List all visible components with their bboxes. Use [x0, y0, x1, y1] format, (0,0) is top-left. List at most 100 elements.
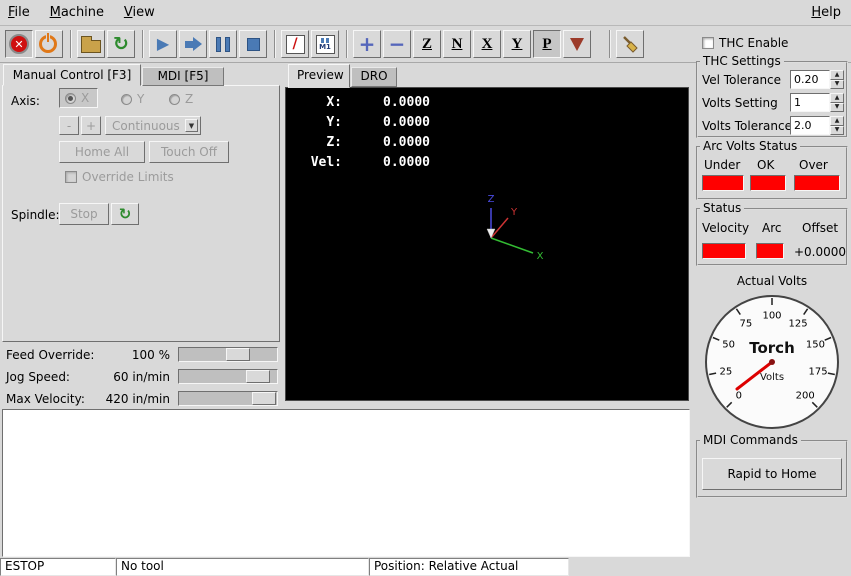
tab-mdi[interactable]: MDI [F5]	[142, 67, 224, 86]
estop-button[interactable]: ✕	[5, 30, 33, 58]
view-z-button[interactable]: Z	[413, 30, 441, 58]
rotate-view-button[interactable]	[563, 30, 591, 58]
zoom-in-button[interactable]: +	[353, 30, 381, 58]
step-line-button[interactable]	[179, 30, 207, 58]
thc-enable-checkbox[interactable]: THC Enable	[702, 36, 788, 50]
statusbar-position: Position: Relative Actual	[369, 558, 569, 576]
zoom-in-icon: +	[359, 34, 376, 54]
max-velocity-handle[interactable]	[252, 392, 276, 405]
mdi-commands-title: MDI Commands	[700, 433, 801, 447]
clear-plot-broom-icon	[620, 34, 640, 54]
pause-program-button[interactable]	[209, 30, 237, 58]
machine-power-button[interactable]	[35, 30, 63, 58]
vel-tolerance-up-button[interactable]: ▲	[830, 70, 844, 80]
arc-volts-status-title: Arc Volts Status	[700, 139, 800, 153]
menu-file[interactable]: File	[0, 0, 38, 24]
jog-minus-button[interactable]: -	[59, 116, 79, 135]
vel-tolerance-down-button[interactable]: ▼	[830, 80, 844, 90]
gcode-text-area[interactable]	[2, 409, 690, 557]
toolbar-separator	[346, 30, 348, 58]
menubar: File Machine View Help	[0, 0, 851, 26]
tab-dro[interactable]: DRO	[351, 67, 397, 87]
view-perspective-button[interactable]: P	[533, 30, 561, 58]
menu-view[interactable]: View	[116, 0, 163, 24]
z-axis-label: Z	[488, 194, 495, 205]
preview-canvas[interactable]: X: 0.0000 Y: 0.0000 Z: 0.0000 Vel: 0.000…	[285, 87, 689, 401]
skip-lines-button[interactable]: /	[281, 30, 309, 58]
view-z-rotated-button[interactable]: N	[443, 30, 471, 58]
view-x-button[interactable]: X	[473, 30, 501, 58]
dropdown-arrow-icon: ▼	[185, 119, 198, 132]
gauge-tick-75: 75	[740, 318, 753, 329]
menu-machine[interactable]: Machine	[42, 0, 112, 24]
vel-tolerance-spinbox[interactable]: 0.20 ▲ ▼	[790, 70, 844, 89]
axis-radio-z[interactable]: Z	[169, 92, 193, 106]
jog-mode-dropdown[interactable]: Continuous ▼	[105, 116, 201, 135]
volts-setting-up-button[interactable]: ▲	[830, 93, 844, 103]
optional-pause-button[interactable]: M1	[311, 30, 339, 58]
volts-setting-value[interactable]: 1	[790, 93, 830, 112]
spindle-aux-button[interactable]: ↻	[111, 203, 139, 225]
statusbar-tool: No tool	[116, 558, 369, 576]
volts-setting-down-button[interactable]: ▼	[830, 103, 844, 113]
dro-row-y: Y: 0.0000	[300, 113, 430, 133]
dro-row-vel: Vel: 0.0000	[300, 153, 430, 173]
volts-tolerance-spinbox[interactable]: 2.0 ▲ ▼	[790, 116, 844, 135]
tab-preview[interactable]: Preview	[288, 64, 350, 88]
step-arrow-icon	[185, 37, 202, 51]
toolbar-separator	[70, 30, 72, 58]
jog-plus-button[interactable]: +	[81, 116, 101, 135]
gauge-unit-label: Volts	[760, 372, 784, 383]
status-velocity-label: Velocity	[702, 221, 749, 235]
jog-speed-handle[interactable]	[246, 370, 270, 383]
max-velocity-value: 420 in/min	[88, 392, 170, 406]
stop-program-button[interactable]	[239, 30, 267, 58]
power-icon	[38, 33, 60, 55]
rotate-cone-icon	[570, 38, 584, 51]
home-all-button[interactable]: Home All	[59, 141, 145, 163]
clear-plot-button[interactable]	[616, 30, 644, 58]
override-limits-label: Override Limits	[82, 170, 174, 184]
radio-indicator-icon	[121, 94, 132, 105]
max-velocity-label: Max Velocity:	[6, 392, 85, 406]
zoom-out-button[interactable]: −	[383, 30, 411, 58]
tab-manual-control[interactable]: Manual Control [F3]	[3, 64, 141, 86]
volts-tolerance-value[interactable]: 2.0	[790, 116, 830, 135]
feed-override-slider[interactable]	[178, 347, 278, 362]
arc-indicator	[756, 243, 784, 259]
touch-off-button[interactable]: Touch Off	[149, 141, 229, 163]
dro-row-z: Z: 0.0000	[300, 133, 430, 153]
thc-settings-title: THC Settings	[700, 54, 784, 68]
volts-tolerance-down-button[interactable]: ▼	[830, 126, 844, 136]
open-file-button[interactable]	[77, 30, 105, 58]
reload-file-button[interactable]: ↻	[107, 30, 135, 58]
axis-radio-x[interactable]: X	[59, 88, 98, 108]
menu-help[interactable]: Help	[803, 0, 849, 24]
arc-ok-indicator	[750, 175, 786, 191]
feed-override-handle[interactable]	[226, 348, 250, 361]
volts-setting-spinbox[interactable]: 1 ▲ ▼	[790, 93, 844, 112]
max-velocity-slider[interactable]	[178, 391, 278, 406]
gauge-hub	[769, 359, 775, 365]
view-y-button[interactable]: Y	[503, 30, 531, 58]
arc-under-label: Under	[704, 158, 740, 172]
dro-x-value: 0.0000	[342, 93, 430, 113]
feed-override-label: Feed Override:	[6, 348, 94, 362]
checkbox-icon	[65, 171, 77, 183]
axis-radio-y[interactable]: Y	[121, 92, 144, 106]
gauge-tick-25: 25	[720, 367, 733, 378]
arc-over-label: Over	[799, 158, 828, 172]
velocity-indicator	[702, 243, 746, 259]
vel-tolerance-value[interactable]: 0.20	[790, 70, 830, 89]
rapid-to-home-button[interactable]: Rapid to Home	[702, 458, 842, 490]
spindle-stop-button[interactable]: Stop	[59, 203, 109, 225]
volts-tolerance-up-button[interactable]: ▲	[830, 116, 844, 126]
view-y-icon: Y	[512, 37, 523, 52]
jog-speed-slider[interactable]	[178, 369, 278, 384]
override-limits-checkbox[interactable]: Override Limits	[65, 170, 174, 184]
dro-y-value: 0.0000	[342, 113, 430, 133]
toolbar-separator	[274, 30, 276, 58]
tool-cone-icon	[487, 229, 495, 238]
open-folder-icon	[81, 40, 101, 53]
run-program-button[interactable]: ▶	[149, 30, 177, 58]
